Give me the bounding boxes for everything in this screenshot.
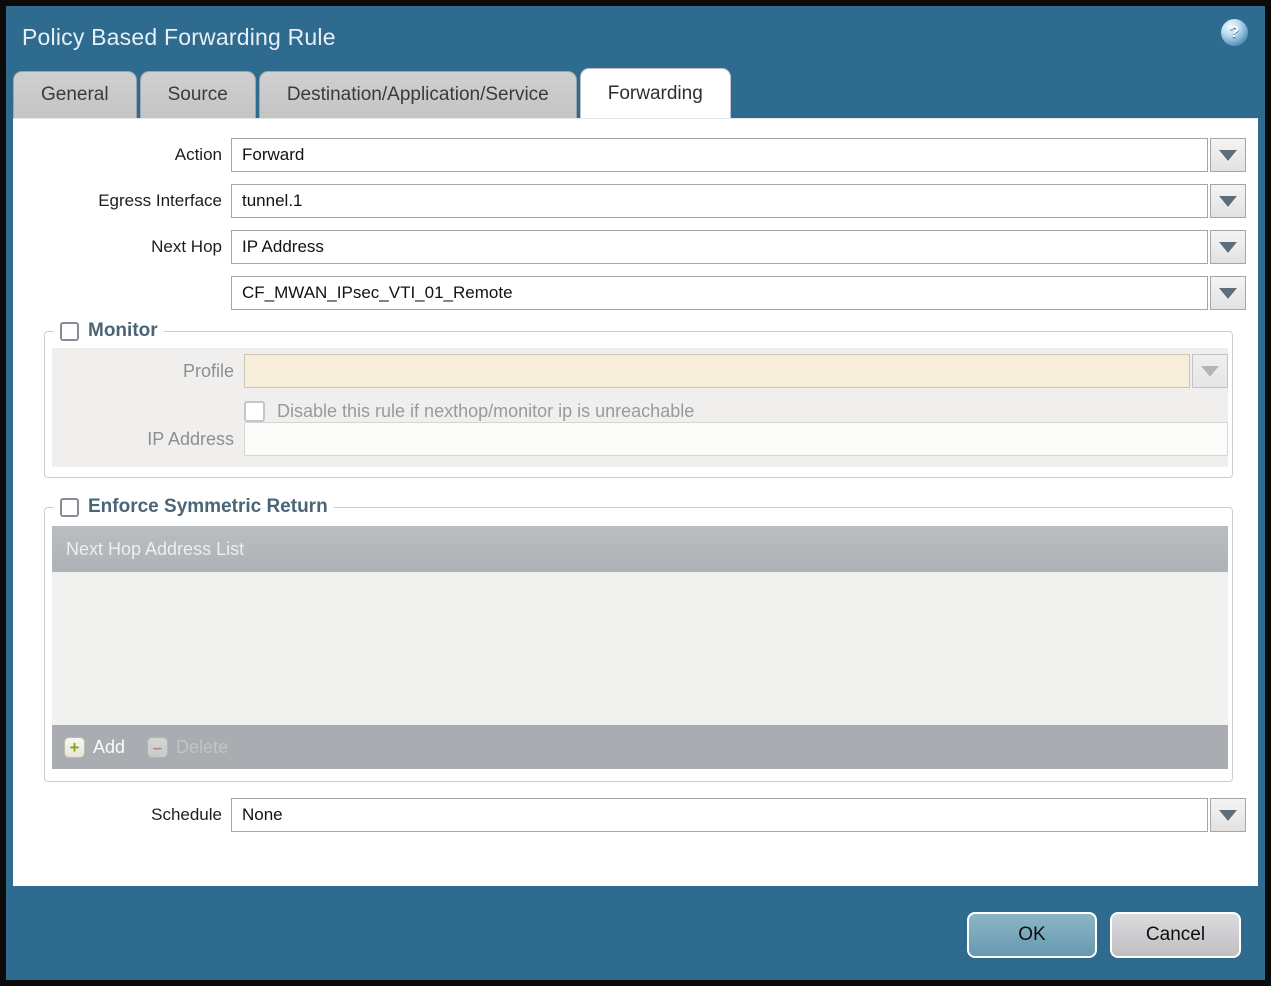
delete-button-label: Delete: [176, 736, 229, 757]
delete-button-disabled: – Delete: [147, 736, 229, 758]
chevron-down-icon: [1201, 365, 1219, 377]
egress-interface-dropdown-button[interactable]: [1210, 184, 1246, 218]
add-icon: +: [64, 736, 85, 758]
chevron-down-icon: [1219, 241, 1237, 253]
next-hop-address-row: CF_MWAN_IPsec_VTI_01_Remote: [26, 276, 1246, 310]
next-hop-address-select[interactable]: CF_MWAN_IPsec_VTI_01_Remote: [231, 276, 1208, 310]
monitor-ip-address-label: IP Address: [147, 428, 234, 449]
next-hop-type-dropdown-button[interactable]: [1210, 230, 1246, 264]
next-hop-address-list-header: Next Hop Address List: [52, 526, 1228, 572]
monitor-legend-label: Monitor: [88, 320, 158, 341]
next-hop-label: Next Hop: [151, 237, 222, 256]
monitor-panel: Profile Disable this rule if nexthop/mon…: [52, 348, 1228, 467]
schedule-label: Schedule: [151, 805, 222, 824]
next-hop-row: Next Hop IP Address: [26, 230, 1246, 264]
action-value: Forward: [242, 145, 305, 164]
enforce-symmetric-return-checkbox[interactable]: [60, 497, 79, 517]
dialog-footer: OK Cancel: [6, 886, 1265, 980]
dialog-window: Policy Based Forwarding Rule ? General S…: [0, 0, 1271, 986]
schedule-select[interactable]: None: [231, 798, 1208, 832]
next-hop-address-list-table: Next Hop Address List + Add – Delete: [52, 526, 1228, 769]
chevron-down-icon: [1219, 287, 1237, 299]
action-row: Action Forward: [26, 138, 1246, 172]
next-hop-type-select[interactable]: IP Address: [231, 230, 1208, 264]
tab-general[interactable]: General: [13, 71, 137, 118]
disable-rule-checkbox-disabled: [244, 401, 265, 422]
tab-destination-application-service[interactable]: Destination/Application/Service: [258, 71, 577, 118]
next-hop-address-list-header-label: Next Hop Address List: [66, 538, 245, 559]
help-glyph: ?: [1229, 23, 1240, 41]
ok-button[interactable]: OK: [967, 912, 1097, 958]
tab-forwarding[interactable]: Forwarding: [579, 68, 731, 118]
enforce-legend-label: Enforce Symmetric Return: [88, 496, 328, 517]
monitor-legend: Monitor: [54, 320, 164, 342]
egress-interface-select[interactable]: tunnel.1: [231, 184, 1208, 218]
egress-interface-label: Egress Interface: [98, 191, 222, 210]
monitor-ip-address-row: IP Address: [52, 422, 1228, 456]
delete-icon: –: [147, 736, 169, 758]
disable-rule-row: Disable this rule if nexthop/monitor ip …: [52, 401, 1228, 422]
add-button-label: Add: [93, 736, 126, 757]
profile-select-disabled: [244, 354, 1190, 388]
chevron-down-icon: [1219, 195, 1237, 207]
profile-row: Profile: [52, 354, 1228, 388]
schedule-dropdown-button[interactable]: [1210, 798, 1246, 832]
profile-label: Profile: [182, 360, 234, 381]
monitor-ip-address-input-disabled: [244, 422, 1228, 456]
chevron-down-icon: [1219, 809, 1237, 821]
action-dropdown-button[interactable]: [1210, 138, 1246, 172]
tab-bar: General Source Destination/Application/S…: [6, 68, 1265, 118]
add-button[interactable]: + Add: [64, 736, 126, 758]
profile-dropdown-button-disabled: [1192, 354, 1228, 388]
chevron-down-icon: [1219, 149, 1237, 161]
next-hop-address-value: CF_MWAN_IPsec_VTI_01_Remote: [242, 283, 513, 302]
disable-rule-label: Disable this rule if nexthop/monitor ip …: [277, 401, 695, 421]
monitor-checkbox[interactable]: [60, 321, 79, 341]
schedule-value: None: [242, 805, 283, 824]
enforce-legend: Enforce Symmetric Return: [54, 496, 334, 518]
action-select[interactable]: Forward: [231, 138, 1208, 172]
tab-source[interactable]: Source: [139, 71, 256, 118]
action-label: Action: [174, 145, 222, 164]
title-bar: Policy Based Forwarding Rule ?: [6, 6, 1265, 68]
schedule-row: Schedule None: [26, 798, 1246, 832]
cancel-button[interactable]: Cancel: [1110, 912, 1241, 958]
enforce-symmetric-return-group: Enforce Symmetric Return Next Hop Addres…: [44, 496, 1233, 782]
forwarding-tab-panel: Action Forward Egress Interface tunnel.1…: [13, 118, 1258, 886]
next-hop-address-list-footer: + Add – Delete: [52, 725, 1228, 769]
next-hop-type-value: IP Address: [242, 237, 324, 256]
next-hop-address-list-body[interactable]: [52, 572, 1228, 725]
egress-interface-value: tunnel.1: [242, 191, 303, 210]
egress-interface-row: Egress Interface tunnel.1: [26, 184, 1246, 218]
dialog-title: Policy Based Forwarding Rule: [22, 23, 336, 50]
help-icon[interactable]: ?: [1221, 19, 1248, 46]
next-hop-address-dropdown-button[interactable]: [1210, 276, 1246, 310]
monitor-group: Monitor Profile Disable this rule if nex…: [44, 320, 1233, 478]
